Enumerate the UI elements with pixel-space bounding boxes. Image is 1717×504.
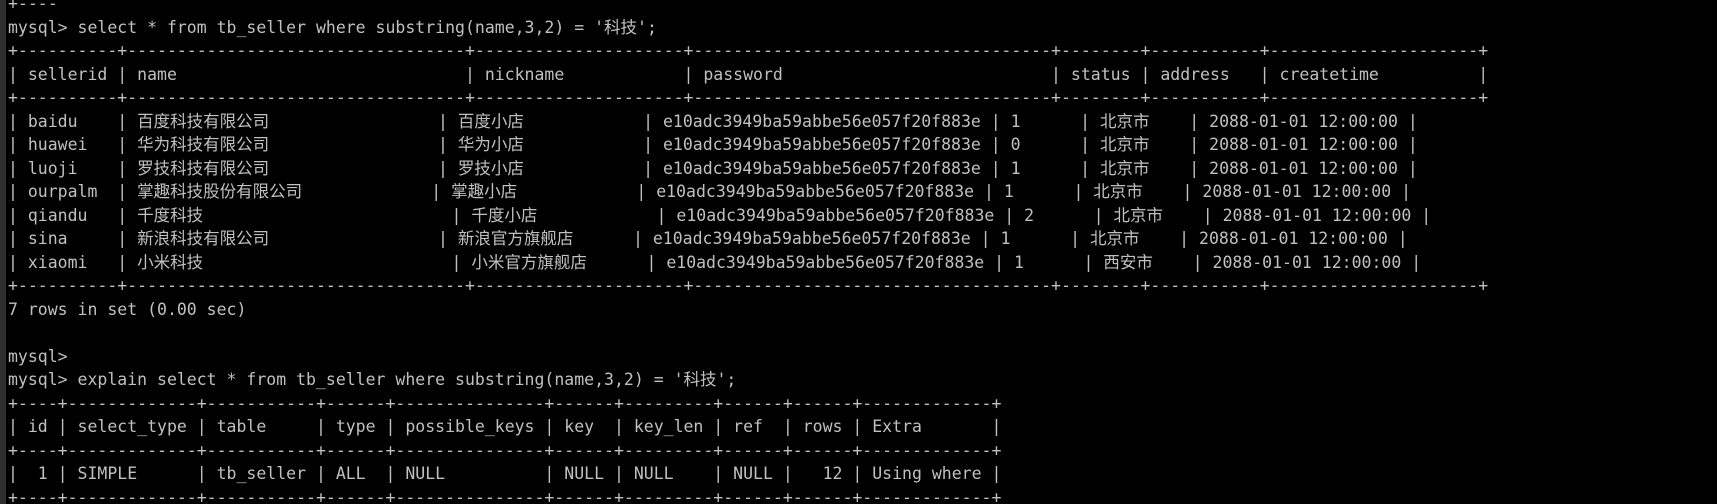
terminal-window[interactable]: +---- mysql> select * from tb_seller wher… xyxy=(0,0,1717,504)
explain-table-header: | id | select_type | table | type | poss… xyxy=(8,417,1002,436)
result-table-row: | luoji | 罗技科技有限公司 | 罗技小店 | e10adc3949ba… xyxy=(8,158,1418,178)
query-command-line: mysql> select * from tb_seller where sub… xyxy=(8,17,657,37)
terminal-output[interactable]: +---- mysql> select * from tb_seller wher… xyxy=(8,0,1488,504)
result-table-row: | qiandu | 千度科技 | 千度小店 | e10adc3949ba59a… xyxy=(8,205,1432,225)
result-table-row: | ourpalm | 掌趣科技股份有限公司 | 掌趣小店 | e10adc39… xyxy=(8,182,1412,201)
result-table-row: | sina | 新浪科技有限公司 | 新浪官方旗舰店 | e10adc3949… xyxy=(8,229,1408,248)
window-left-border xyxy=(0,0,6,504)
result-table-row: | huawei | 华为科技有限公司 | 华为小店 | e10adc3949b… xyxy=(8,135,1418,154)
explain-table-border: +----+-------------+-----------+------+-… xyxy=(8,487,1002,504)
result-table-border: +----------+----------------------------… xyxy=(8,41,1489,60)
result-table-border: +----------+----------------------------… xyxy=(8,88,1489,107)
explain-table-border: +----+-------------+-----------+------+-… xyxy=(8,440,1002,460)
result-table-row: | xiaomi | 小米科技 | 小米官方旗舰店 | e10adc3949ba… xyxy=(8,252,1422,272)
terminal-line: +---- xyxy=(8,0,58,13)
result-table-border: +----------+----------------------------… xyxy=(8,276,1489,295)
explain-table-row: | 1 | SIMPLE | tb_seller | ALL | NULL | … xyxy=(8,464,1002,483)
row-count-status: 7 rows in set (0.00 sec) xyxy=(8,299,247,319)
result-table-header: | sellerid | name | nickname | password … xyxy=(8,64,1489,84)
explain-table-border: +----+-------------+-----------+------+-… xyxy=(8,393,1002,413)
result-table-row: | baidu | 百度科技有限公司 | 百度小店 | e10adc3949ba… xyxy=(8,111,1418,131)
explain-command-line: mysql> explain select * from tb_seller w… xyxy=(8,370,737,389)
prompt-line: mysql> xyxy=(8,346,68,366)
